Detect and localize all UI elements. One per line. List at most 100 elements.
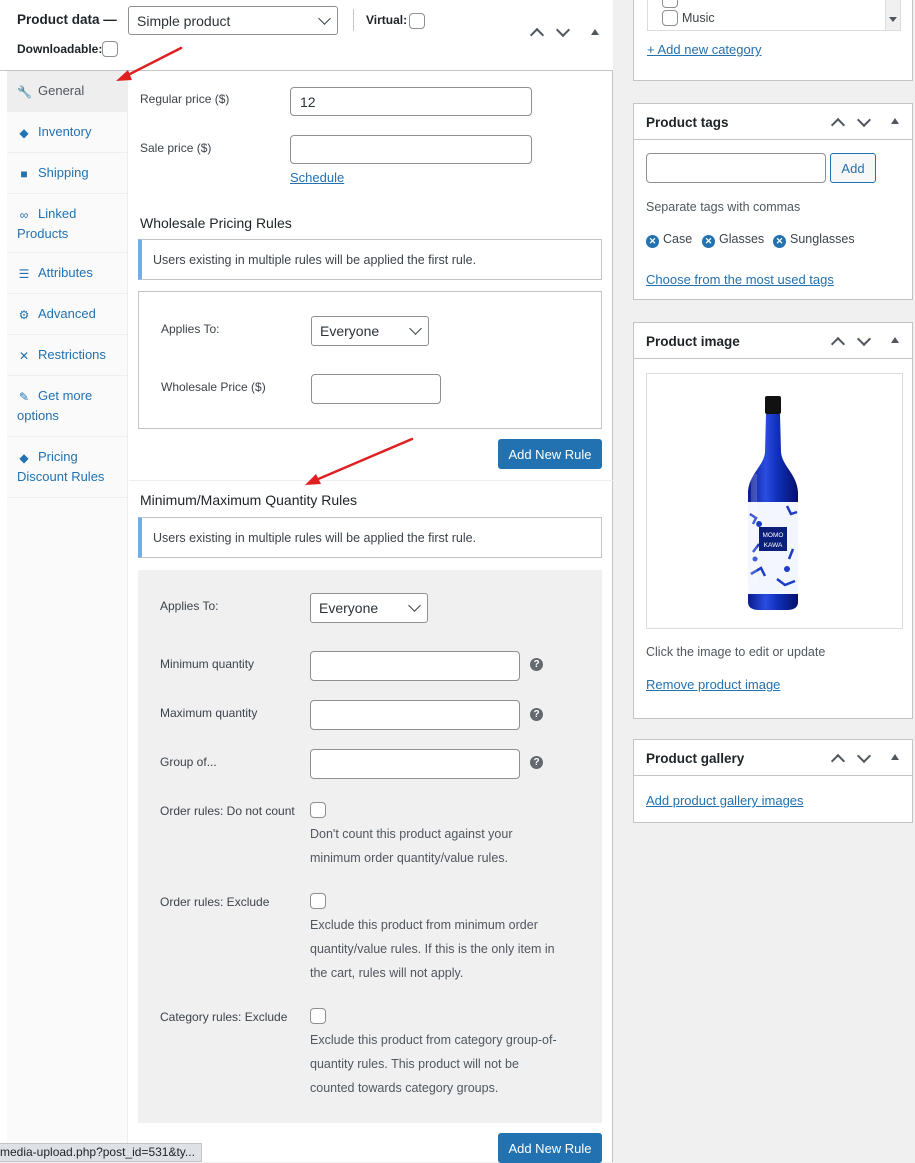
button-label: Add New Rule xyxy=(508,446,592,462)
move-up-icon[interactable] xyxy=(830,117,846,133)
tag-item: ✕ Glasses xyxy=(702,232,764,248)
button-label: Add New Rule xyxy=(508,1140,592,1156)
maximum-quantity-input[interactable] xyxy=(310,700,520,730)
product-tags-header: Product tags xyxy=(634,104,912,140)
remove-tag-icon[interactable]: ✕ xyxy=(773,235,786,248)
tab-restrictions[interactable]: ✕ Restrictions xyxy=(7,335,128,376)
virtual-label: Virtual: xyxy=(366,13,408,27)
product-gallery-box: Product gallery Add product gallery imag… xyxy=(633,739,913,823)
move-down-icon[interactable] xyxy=(555,22,571,38)
minmax-applies-to-label: Applies To: xyxy=(160,599,219,613)
minimum-quantity-input[interactable] xyxy=(310,651,520,681)
move-up-icon[interactable] xyxy=(529,27,545,43)
minmax-title: Minimum/Maximum Quantity Rules xyxy=(140,492,358,508)
add-tag-button[interactable]: Add xyxy=(830,153,876,183)
minmax-add-rule-button[interactable]: Add New Rule xyxy=(498,1133,602,1163)
tab-attributes[interactable]: ☰ Attributes xyxy=(7,253,128,294)
browser-status-bar: media-upload.php?post_id=531&ty... xyxy=(0,1143,202,1162)
tab-label: Shipping xyxy=(38,165,89,180)
choose-most-used-tags-link[interactable]: Choose from the most used tags xyxy=(646,272,834,287)
order-nocount-checkbox[interactable] xyxy=(310,802,326,818)
order-exclude-checkbox[interactable] xyxy=(310,893,326,909)
tab-label: Pricing Discount Rules xyxy=(17,449,105,484)
category-exclude-checkbox[interactable] xyxy=(310,1008,326,1024)
remove-tag-icon[interactable]: ✕ xyxy=(646,235,659,248)
add-new-category-link[interactable]: + Add new category xyxy=(647,42,762,57)
add-gallery-images-link[interactable]: Add product gallery images xyxy=(646,793,804,808)
category-checkbox[interactable] xyxy=(662,0,678,8)
tab-label: Restrictions xyxy=(38,347,106,362)
tab-general[interactable]: 🔧 General xyxy=(7,71,128,112)
minmax-notice: Users existing in multiple rules will be… xyxy=(138,517,602,558)
tag-item: ✕ Sunglasses xyxy=(773,232,855,248)
collapse-toggle-icon[interactable] xyxy=(891,118,899,124)
product-data-tabs: 🔧 General ◆ Inventory ■ Shipping ∞ Linke… xyxy=(7,71,128,1162)
tab-pricing-discount-rules[interactable]: ◆ Pricing Discount Rules xyxy=(7,437,128,498)
product-data-panel: Product data — Simple product Virtual: D… xyxy=(0,0,613,1163)
product-type-select[interactable]: Simple product xyxy=(128,6,338,35)
chevron-down-icon xyxy=(318,11,331,25)
minmax-applies-to-select[interactable]: Everyone xyxy=(310,593,428,623)
product-gallery-header: Product gallery xyxy=(634,740,912,776)
tag-label: Case xyxy=(663,232,693,246)
help-icon[interactable]: ? xyxy=(530,708,543,721)
tab-linked-products[interactable]: ∞ Linked Products xyxy=(7,194,128,253)
wholesale-add-rule-button[interactable]: Add New Rule xyxy=(498,439,602,469)
bottle-image: MOMO KAWA xyxy=(748,396,798,610)
bottle-label-top: MOMO xyxy=(763,532,784,539)
collapse-toggle-icon[interactable] xyxy=(891,337,899,343)
category-scrollbar[interactable] xyxy=(885,0,900,30)
remove-product-image-link[interactable]: Remove product image xyxy=(646,677,780,692)
downloadable-label: Downloadable: xyxy=(17,42,103,56)
tab-shipping[interactable]: ■ Shipping xyxy=(7,153,128,194)
wholesale-price-label: Wholesale Price ($) xyxy=(161,380,266,394)
tab-label: Advanced xyxy=(38,306,96,321)
help-icon[interactable]: ? xyxy=(530,756,543,769)
move-down-icon[interactable] xyxy=(856,748,872,764)
chevron-down-icon xyxy=(408,599,421,612)
category-list: Music xyxy=(647,0,901,31)
description-line: Don't count this product against your xyxy=(310,827,513,841)
scroll-down-icon[interactable] xyxy=(889,17,897,22)
downloadable-checkbox[interactable] xyxy=(102,41,118,57)
category-label-music: Music xyxy=(682,11,715,25)
tag-label: Glasses xyxy=(719,232,765,246)
wholesale-rule-box xyxy=(138,291,602,429)
group-of-input[interactable] xyxy=(310,749,520,779)
notice-text: Users existing in multiple rules will be… xyxy=(153,530,477,545)
product-type-value: Simple product xyxy=(137,12,231,29)
regular-price-value: 12 xyxy=(300,93,316,110)
sale-price-input[interactable] xyxy=(290,135,532,164)
tab-inventory[interactable]: ◆ Inventory xyxy=(7,112,128,153)
tab-advanced[interactable]: ⚙ Advanced xyxy=(7,294,128,335)
schedule-link[interactable]: Schedule xyxy=(290,170,344,185)
order-exclude-label: Order rules: Exclude xyxy=(160,895,270,909)
remove-tag-icon[interactable]: ✕ xyxy=(702,235,715,248)
category-checkbox-music[interactable] xyxy=(662,10,678,26)
move-up-icon[interactable] xyxy=(830,753,846,769)
product-tags-box: Product tags Add Separate tags with comm… xyxy=(633,103,913,300)
move-down-icon[interactable] xyxy=(856,112,872,128)
category-exclude-label: Category rules: Exclude xyxy=(160,1010,288,1024)
move-up-icon[interactable] xyxy=(830,336,846,352)
collapse-toggle-icon[interactable] xyxy=(591,29,599,35)
order-exclude-description: Exclude this product from minimum order … xyxy=(310,913,555,985)
product-image-thumbnail[interactable]: MOMO KAWA xyxy=(646,373,903,629)
help-icon[interactable]: ? xyxy=(530,658,543,671)
description-line: quantity/value rules. If this is the onl… xyxy=(310,942,555,956)
tag-item: ✕ Case xyxy=(646,232,692,248)
bottle-label-bottom: KAWA xyxy=(764,542,783,549)
tab-get-more-options[interactable]: ✎ Get more options xyxy=(7,376,128,437)
product-data-title: Product data — xyxy=(17,12,117,27)
description-line: minimum order quantity/value rules. xyxy=(310,851,508,865)
wholesale-applies-to-select[interactable]: Everyone xyxy=(311,316,429,346)
regular-price-input[interactable]: 12 xyxy=(290,87,532,116)
product-image-header: Product image xyxy=(634,323,912,359)
wholesale-applies-to-label: Applies To: xyxy=(161,322,220,336)
tag-input[interactable] xyxy=(646,153,826,183)
collapse-toggle-icon[interactable] xyxy=(891,754,899,760)
move-down-icon[interactable] xyxy=(856,331,872,347)
description-line: counted towards category groups. xyxy=(310,1081,499,1095)
wholesale-price-input[interactable] xyxy=(311,374,441,404)
virtual-checkbox[interactable] xyxy=(409,13,425,29)
